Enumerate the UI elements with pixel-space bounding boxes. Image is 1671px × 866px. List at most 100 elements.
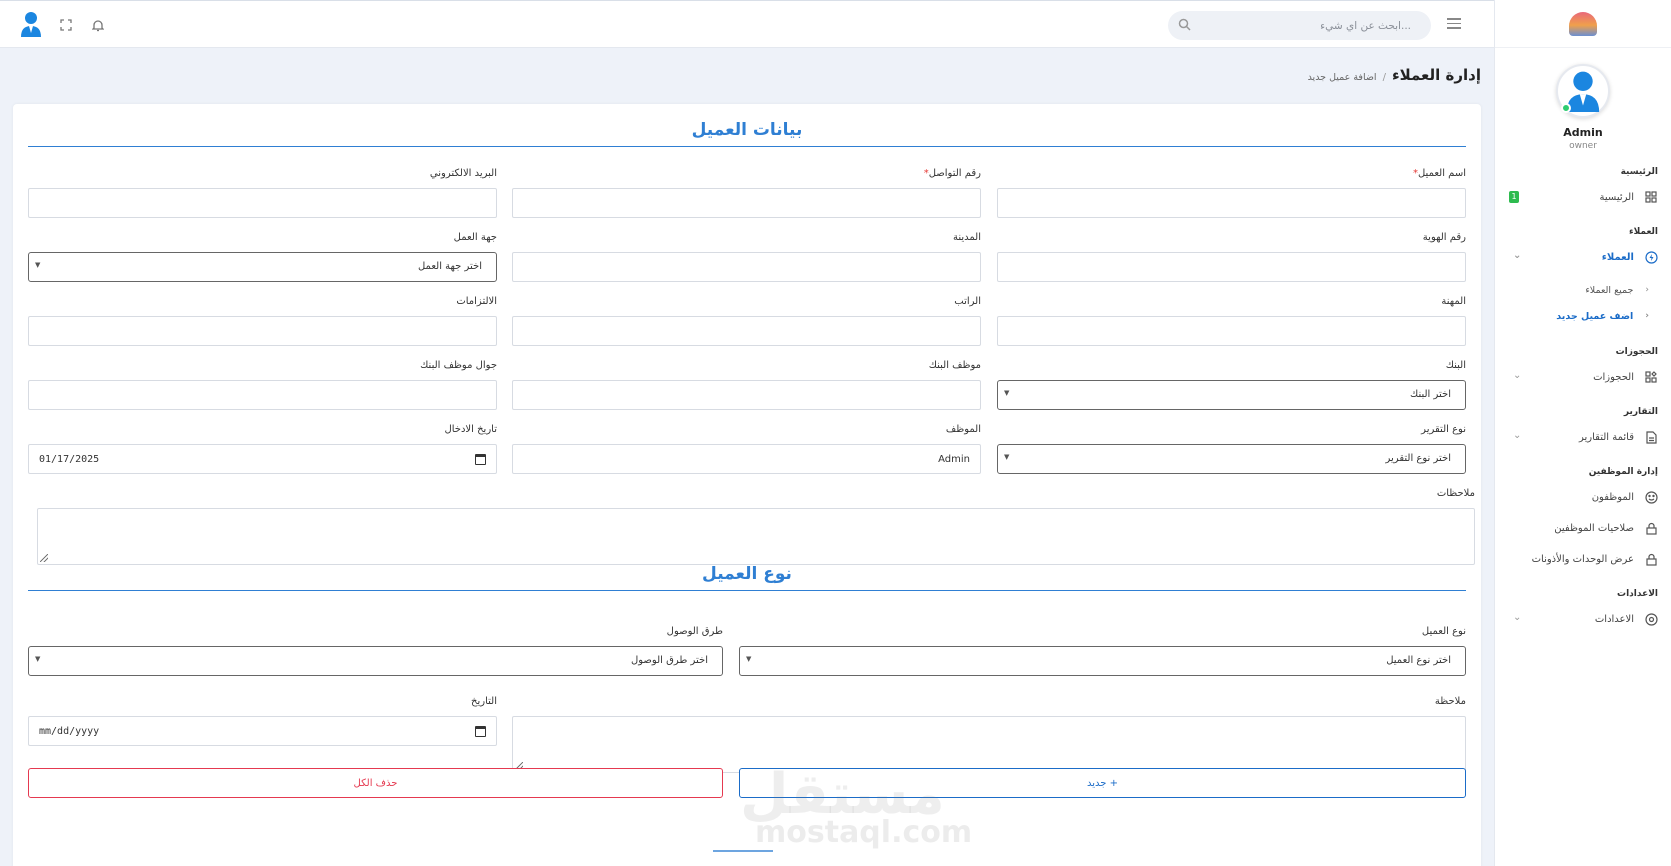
next-section-title-partial (713, 850, 773, 854)
section-staff: إدارة الموظفين (1588, 467, 1658, 477)
sidebar-item-add-client[interactable]: اضف عميل جديد › (1495, 303, 1671, 329)
salary-field: الراتب (512, 296, 981, 346)
report-type-select[interactable]: اختر نوع التقرير ▼ (997, 444, 1466, 474)
sidebar-item-reports-list[interactable]: ⌄ قائمة التقارير (1495, 425, 1671, 449)
email-input[interactable] (28, 188, 497, 218)
note-textarea[interactable] (512, 716, 1466, 773)
notes-field: ملاحظات (37, 488, 1475, 565)
section-home: الرئيسية (1620, 167, 1658, 177)
chevron-down-icon: ⌄ (1513, 430, 1522, 441)
chevron-down-icon: ⌄ (1513, 250, 1522, 261)
id-number-label: رقم الهوية (1422, 232, 1466, 243)
search-input[interactable]: ابحث عن اي شيء... (1168, 11, 1431, 40)
bolt-icon (1644, 250, 1658, 264)
caret-down-icon: ▼ (35, 655, 41, 663)
sidebar-item-label: اضف عميل جديد (1556, 310, 1634, 322)
id-number-field: رقم الهوية (997, 232, 1466, 282)
sidebar-item-permissions[interactable]: صلاحيات الموظفين (1495, 516, 1671, 540)
caret-down-icon: ▼ (1004, 389, 1010, 397)
user-role: owner (1569, 141, 1597, 151)
employee-input-value: Admin (938, 454, 970, 465)
entry-date-label: تاريخ الادخال (444, 424, 497, 435)
sidebar-item-bookings[interactable]: ⌄ الحجوزات (1495, 365, 1671, 389)
city-label: المدينة (952, 232, 981, 243)
calendar-icon[interactable] (475, 454, 486, 465)
sidebar-item-settings[interactable]: ⌄ الاعدادات (1495, 607, 1671, 631)
sidebar-item-label: قائمة التقارير (1578, 431, 1634, 443)
client-type-select[interactable]: اختر نوع العميل ▼ (739, 646, 1466, 676)
bell-icon[interactable] (88, 15, 108, 35)
chevron-right-icon: › (1645, 311, 1649, 321)
section-bookings: الحجوزات (1615, 347, 1658, 357)
bank-select[interactable]: اختر البنك ▼ (997, 380, 1466, 410)
avatar[interactable] (1556, 64, 1610, 118)
bank-label: البنك (1445, 360, 1466, 371)
page-title[interactable]: إدارة العملاء (1392, 66, 1481, 84)
employee-input[interactable]: Admin (512, 444, 981, 474)
apps-icon (1644, 370, 1658, 384)
phone-input[interactable] (512, 188, 981, 218)
city-input[interactable] (512, 252, 981, 282)
calendar-icon[interactable] (475, 726, 486, 737)
employer-select[interactable]: اختر جهة العمل ▼ (28, 252, 497, 282)
entry-date-field: تاريخ الادخال 01/17/2025 (28, 424, 497, 474)
email-label: البريد الالكتروني (429, 168, 497, 179)
obligations-input[interactable] (28, 316, 497, 346)
user-name: Admin (1563, 126, 1603, 139)
salary-input[interactable] (512, 316, 981, 346)
bank-employee-phone-input[interactable] (28, 380, 497, 410)
delete-all-button[interactable]: حذف الكل (28, 768, 723, 798)
employee-label: الموظف (945, 424, 981, 435)
bank-employee-input[interactable] (512, 380, 981, 410)
employer-label: جهة العمل (453, 232, 497, 243)
report-type-label: نوع التقرير (1421, 424, 1466, 435)
user-avatar-icon[interactable] (20, 11, 42, 37)
date-input[interactable]: mm/dd/yyyy (28, 716, 497, 746)
section-clients: العملاء (1628, 227, 1658, 237)
notes-label: ملاحظات (1436, 488, 1475, 499)
access-select-value: اختر طرق الوصول (630, 655, 708, 666)
document-icon (1644, 430, 1658, 444)
sidebar-item-label: الاعدادات (1594, 613, 1634, 625)
lock-icon (1644, 552, 1658, 566)
access-label: طرق الوصول (666, 626, 723, 637)
sidebar-item-clients[interactable]: ⌄ العملاء (1495, 245, 1671, 269)
entry-date-input[interactable]: 01/17/2025 (28, 444, 497, 474)
notes-textarea[interactable] (37, 508, 1475, 565)
employer-field: جهة العمل اختر جهة العمل ▼ (28, 232, 497, 282)
bank-employee-phone-label: جوال موظف البنك (420, 360, 497, 371)
logo[interactable] (1495, 0, 1671, 48)
obligations-field: الالتزامات (28, 296, 497, 346)
date-placeholder: mm/dd/yyyy (39, 726, 100, 737)
sidebar-item-units[interactable]: عرض الوحدات والأذونات (1495, 547, 1671, 571)
section-settings: الاعدادات (1617, 589, 1658, 599)
date-field: التاريخ mm/dd/yyyy (28, 696, 497, 746)
breadcrumb-current: اضافة عميل جديد (1307, 72, 1377, 83)
email-field: البريد الالكتروني (28, 168, 497, 218)
fullscreen-icon[interactable] (56, 15, 76, 35)
search-icon (1178, 18, 1191, 34)
client-name-input[interactable] (997, 188, 1466, 218)
gear-icon (1644, 612, 1658, 626)
obligations-label: الالتزامات (456, 296, 497, 307)
sidebar-item-all-clients[interactable]: جميع العملاء › (1495, 277, 1671, 303)
access-select[interactable]: اختر طرق الوصول ▼ (28, 646, 723, 676)
employee-field: الموظف Admin (512, 424, 981, 474)
profession-label: المهنة (1441, 296, 1466, 307)
menu-toggle-icon[interactable] (1447, 18, 1461, 32)
sidebar-item-home[interactable]: 1 الرئيسية (1495, 185, 1671, 209)
resize-handle[interactable] (40, 554, 48, 562)
bank-employee-field: موظف البنك (512, 360, 981, 410)
bank-employee-phone-field: جوال موظف البنك (28, 360, 497, 410)
caret-down-icon: ▼ (746, 655, 752, 663)
top-bar: ابحث عن اي شيء... (0, 0, 1494, 48)
sidebar-item-employees[interactable]: الموظفون (1495, 485, 1671, 509)
caret-down-icon: ▼ (1004, 453, 1010, 461)
client-type-label: نوع العميل (1421, 626, 1466, 637)
sidebar-item-label: الحجوزات (1593, 371, 1634, 383)
profession-input[interactable] (997, 316, 1466, 346)
client-name-label: اسم العميل (1417, 168, 1466, 179)
id-number-input[interactable] (997, 252, 1466, 282)
bank-employee-label: موظف البنك (928, 360, 981, 371)
sidebar-item-label: عرض الوحدات والأذونات (1531, 553, 1634, 565)
